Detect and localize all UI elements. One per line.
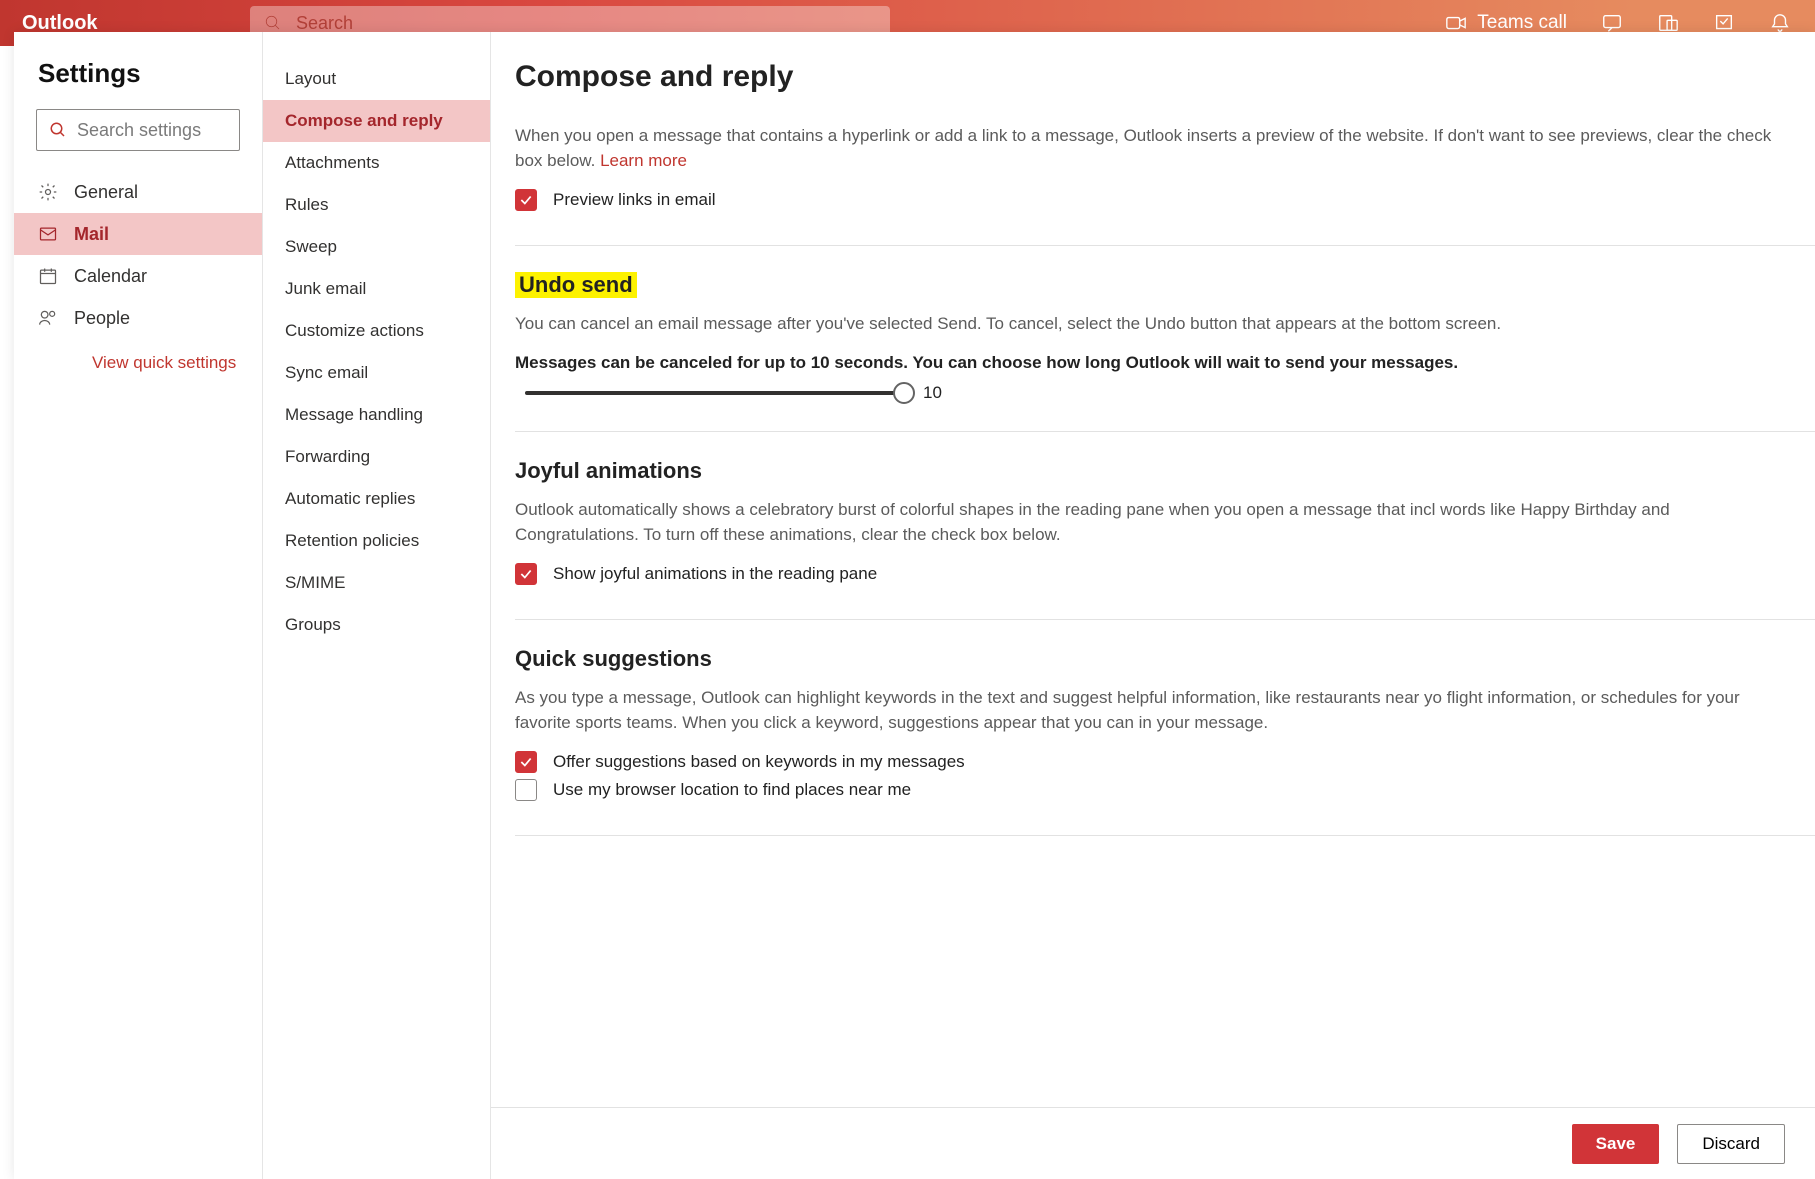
global-search-placeholder: Search xyxy=(296,13,353,34)
quick-desc: As you type a message, Outlook can highl… xyxy=(515,686,1775,735)
calendar-icon xyxy=(38,266,58,286)
quick-chk1-label: Offer suggestions based on keywords in m… xyxy=(553,752,965,772)
search-icon xyxy=(49,121,67,139)
nav-item-label: General xyxy=(74,182,138,203)
subnav-label: Junk email xyxy=(285,279,366,299)
subnav-rules[interactable]: Rules xyxy=(263,184,490,226)
undo-send-slider[interactable] xyxy=(525,391,905,395)
quick-chk1[interactable] xyxy=(515,751,537,773)
chat-icon[interactable] xyxy=(1601,12,1623,34)
my-day-icon[interactable] xyxy=(1657,12,1679,34)
subnav-label: Message handling xyxy=(285,405,423,425)
subnav-label: S/MIME xyxy=(285,573,345,593)
section-link-preview: When you open a message that contains a … xyxy=(515,124,1815,246)
save-button[interactable]: Save xyxy=(1572,1124,1660,1164)
subnav-label: Sweep xyxy=(285,237,337,257)
notifications-icon[interactable] xyxy=(1769,12,1791,34)
nav-item-mail[interactable]: Mail xyxy=(14,213,262,255)
check-icon xyxy=(519,755,533,769)
settings-footer: Save Discard xyxy=(491,1107,1815,1179)
todo-icon[interactable] xyxy=(1713,12,1735,34)
settings-nav-secondary: Layout Compose and reply Attachments Rul… xyxy=(263,32,491,1179)
people-icon xyxy=(38,308,58,328)
undo-send-desc: You can cancel an email message after yo… xyxy=(515,312,1775,337)
link-preview-desc: When you open a message that contains a … xyxy=(515,124,1775,173)
settings-title: Settings xyxy=(14,58,262,109)
learn-more-link[interactable]: Learn more xyxy=(600,151,687,170)
subnav-sweep[interactable]: Sweep xyxy=(263,226,490,268)
subnav-smime[interactable]: S/MIME xyxy=(263,562,490,604)
section-quick-suggestions: Quick suggestions As you type a message,… xyxy=(515,646,1815,836)
subnav-label: Layout xyxy=(285,69,336,89)
nav-item-calendar[interactable]: Calendar xyxy=(14,255,262,297)
teams-call-button[interactable]: Teams call xyxy=(1445,12,1567,34)
quick-chk2-label: Use my browser location to find places n… xyxy=(553,780,911,800)
subnav-retention-policies[interactable]: Retention policies xyxy=(263,520,490,562)
subnav-compose-reply[interactable]: Compose and reply xyxy=(263,100,490,142)
nav-item-people[interactable]: People xyxy=(14,297,262,339)
nav-item-label: Calendar xyxy=(74,266,147,287)
settings-panel: Settings Search settings General Mail Ca… xyxy=(14,32,1815,1179)
settings-content: Compose and reply When you open a messag… xyxy=(491,32,1815,1179)
subnav-label: Customize actions xyxy=(285,321,424,341)
joyful-desc: Outlook automatically shows a celebrator… xyxy=(515,498,1775,547)
joyful-checkbox[interactable] xyxy=(515,563,537,585)
nav-item-label: Mail xyxy=(74,224,109,245)
subnav-label: Automatic replies xyxy=(285,489,415,509)
section-joyful-animations: Joyful animations Outlook automatically … xyxy=(515,458,1815,620)
quick-chk2[interactable] xyxy=(515,779,537,801)
preview-links-checkbox[interactable] xyxy=(515,189,537,211)
subnav-layout[interactable]: Layout xyxy=(263,58,490,100)
settings-nav-primary: Settings Search settings General Mail Ca… xyxy=(14,32,263,1179)
link-preview-desc-text: When you open a message that contains a … xyxy=(515,126,1771,170)
teams-call-label: Teams call xyxy=(1477,12,1567,34)
slider-thumb[interactable] xyxy=(893,382,915,404)
check-icon xyxy=(519,193,533,207)
video-icon xyxy=(1445,12,1467,34)
settings-search[interactable]: Search settings xyxy=(36,109,240,151)
subnav-forwarding[interactable]: Forwarding xyxy=(263,436,490,478)
subnav-automatic-replies[interactable]: Automatic replies xyxy=(263,478,490,520)
subnav-label: Compose and reply xyxy=(285,111,443,131)
subnav-groups[interactable]: Groups xyxy=(263,604,490,646)
subnav-label: Sync email xyxy=(285,363,368,383)
subnav-label: Groups xyxy=(285,615,341,635)
subnav-label: Attachments xyxy=(285,153,380,173)
undo-send-heading: Undo send xyxy=(515,272,637,298)
page-title: Compose and reply xyxy=(515,60,1815,94)
preview-links-label: Preview links in email xyxy=(553,190,716,210)
subnav-label: Forwarding xyxy=(285,447,370,467)
undo-send-slider-label: Messages can be canceled for up to 10 se… xyxy=(515,353,1775,373)
undo-send-value: 10 xyxy=(923,383,942,403)
subnav-message-handling[interactable]: Message handling xyxy=(263,394,490,436)
section-undo-send: Undo send You can cancel an email messag… xyxy=(515,272,1815,432)
joyful-checkbox-label: Show joyful animations in the reading pa… xyxy=(553,564,877,584)
settings-search-placeholder: Search settings xyxy=(77,120,201,141)
discard-button[interactable]: Discard xyxy=(1677,1124,1785,1164)
quick-heading: Quick suggestions xyxy=(515,646,1775,672)
subnav-label: Rules xyxy=(285,195,328,215)
view-quick-settings-link[interactable]: View quick settings xyxy=(14,339,262,373)
subnav-customize-actions[interactable]: Customize actions xyxy=(263,310,490,352)
subnav-attachments[interactable]: Attachments xyxy=(263,142,490,184)
mail-icon xyxy=(38,224,58,244)
check-icon xyxy=(519,567,533,581)
subnav-sync-email[interactable]: Sync email xyxy=(263,352,490,394)
nav-item-general[interactable]: General xyxy=(14,171,262,213)
subnav-junk-email[interactable]: Junk email xyxy=(263,268,490,310)
nav-item-label: People xyxy=(74,308,130,329)
joyful-heading: Joyful animations xyxy=(515,458,1775,484)
gear-icon xyxy=(38,182,58,202)
subnav-label: Retention policies xyxy=(285,531,419,551)
search-icon xyxy=(264,14,282,32)
